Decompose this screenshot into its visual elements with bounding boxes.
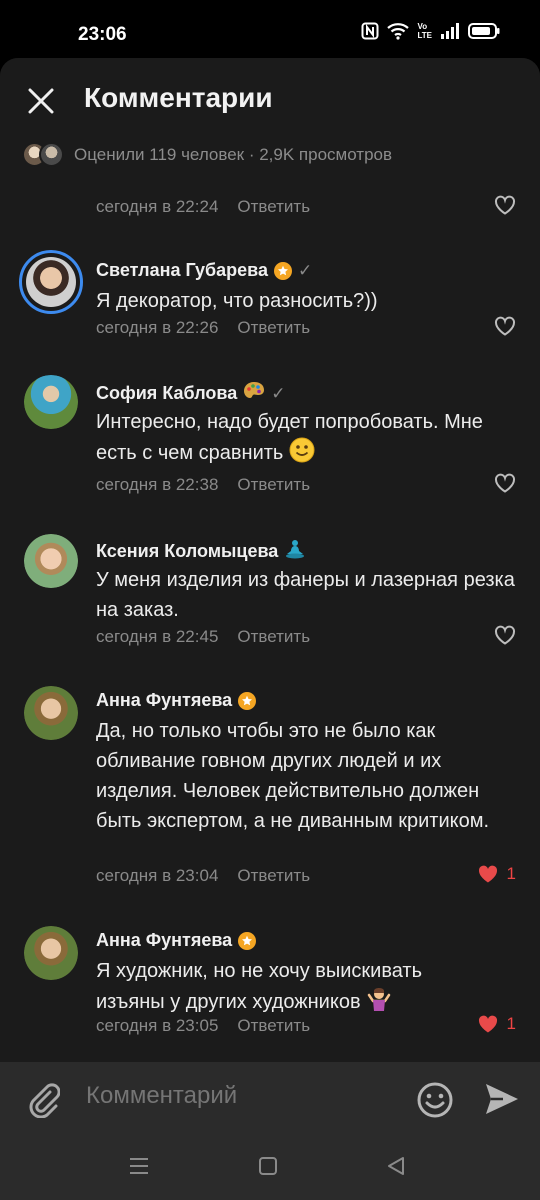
reply-button[interactable]: Ответить bbox=[237, 475, 310, 495]
close-button[interactable] bbox=[24, 84, 58, 118]
comment-text: Я декоратор, что разносить?)) bbox=[96, 290, 378, 312]
avatar[interactable] bbox=[24, 686, 78, 740]
verified-check-icon: ✓ bbox=[271, 383, 286, 403]
comment-meta: сегодня в 22:45 Ответить bbox=[96, 627, 310, 647]
comment-meta: сегодня в 22:26 Ответить bbox=[96, 318, 310, 338]
comment-text: Интересно, надо будет попробовать. Мне е… bbox=[96, 407, 516, 472]
palette-icon bbox=[243, 381, 265, 406]
slightly-smiling-face-icon bbox=[289, 437, 315, 472]
comment-time: сегодня в 22:24 bbox=[96, 197, 219, 216]
heart-outline-icon bbox=[495, 195, 515, 215]
star-badge-icon bbox=[238, 691, 257, 710]
reply-button[interactable]: Ответить bbox=[237, 1016, 310, 1036]
emoji-button[interactable] bbox=[416, 1081, 454, 1124]
comments-header: Комментарии Оценили 119 человек · 2,9K п… bbox=[0, 58, 540, 186]
nav-back-button[interactable] bbox=[386, 1156, 406, 1181]
verified-check-icon: ✓ bbox=[298, 260, 313, 280]
paperclip-icon bbox=[29, 1083, 61, 1119]
heart-outline-icon bbox=[495, 316, 515, 336]
status-bar: 23:06 Vo LTE bbox=[0, 0, 540, 66]
comment-time: сегодня в 22:38 bbox=[96, 475, 219, 494]
person-shrugging-icon bbox=[366, 986, 392, 1021]
like-count: 1 bbox=[506, 1014, 516, 1033]
status-time: 23:06 bbox=[78, 24, 127, 45]
avatar[interactable] bbox=[19, 250, 83, 314]
comment-meta: сегодня в 22:38 Ответить bbox=[96, 475, 310, 495]
comment-author-row: Светлана Губарева ✓ bbox=[96, 260, 312, 281]
star-badge-icon bbox=[274, 261, 293, 280]
reply-button[interactable]: Ответить bbox=[237, 197, 310, 217]
comment-input[interactable] bbox=[86, 1082, 396, 1110]
comment-text: Я художник, но не хочу выискивать изъяны… bbox=[96, 956, 496, 1021]
like-button[interactable] bbox=[494, 316, 516, 336]
comment-time: сегодня в 23:05 bbox=[96, 1016, 219, 1035]
comment-input-bar bbox=[0, 1062, 540, 1136]
nav-menu-button[interactable] bbox=[128, 1156, 150, 1181]
comments-sheet: Комментарии Оценили 119 человек · 2,9K п… bbox=[0, 58, 540, 1062]
avatar[interactable] bbox=[24, 375, 78, 429]
like-button[interactable] bbox=[494, 473, 516, 493]
comment-time: сегодня в 22:26 bbox=[96, 318, 219, 337]
comment-time: сегодня в 22:45 bbox=[96, 627, 219, 646]
comment-author[interactable]: Анна Фунтяева bbox=[96, 930, 232, 951]
page-title: Комментарии bbox=[84, 82, 273, 113]
avatar[interactable] bbox=[24, 534, 78, 588]
wifi-icon bbox=[387, 22, 410, 40]
heart-outline-icon bbox=[495, 625, 515, 645]
liker-avatars bbox=[22, 142, 64, 167]
heart-outline-icon bbox=[495, 473, 515, 493]
nfc-icon bbox=[361, 22, 379, 40]
battery-icon bbox=[468, 23, 500, 39]
comment-author-row: Анна Фунтяева bbox=[96, 930, 257, 951]
comment-meta: сегодня в 23:04 Ответить bbox=[96, 866, 310, 886]
close-icon bbox=[28, 88, 54, 114]
comment-text: Да, но только чтобы это не было как обли… bbox=[96, 720, 490, 832]
like-button[interactable]: 1 bbox=[477, 864, 516, 884]
reply-button[interactable]: Ответить bbox=[237, 866, 310, 886]
attach-button[interactable] bbox=[26, 1080, 61, 1123]
back-triangle-icon bbox=[388, 1157, 404, 1175]
reply-button[interactable]: Ответить bbox=[237, 318, 310, 338]
likes-summary-text: Оценили 119 человек · 2,9K просмотров bbox=[74, 144, 393, 164]
home-square-icon bbox=[259, 1157, 277, 1175]
volte-icon: Vo LTE bbox=[417, 22, 432, 40]
comment-meta: сегодня в 23:05 Ответить bbox=[96, 1016, 310, 1036]
heart-filled-icon bbox=[478, 865, 497, 883]
like-button[interactable] bbox=[494, 625, 516, 645]
send-button[interactable] bbox=[484, 1082, 520, 1121]
status-icons: Vo LTE bbox=[361, 22, 500, 40]
star-badge-icon bbox=[238, 931, 257, 950]
like-count: 1 bbox=[506, 864, 516, 883]
system-navigation-bar bbox=[0, 1136, 540, 1200]
send-icon bbox=[486, 1084, 518, 1114]
comment-author-row: Ксения Коломыцева bbox=[96, 539, 306, 564]
heart-filled-icon bbox=[478, 1015, 497, 1033]
comment-meta: сегодня в 22:24 Ответить bbox=[96, 197, 310, 217]
person-in-lotus-position-icon bbox=[284, 539, 306, 564]
comment-text: У меня изделия из фанеры и лазерная резк… bbox=[96, 569, 515, 621]
comment-author[interactable]: София Каблова bbox=[96, 383, 237, 404]
signal-icon bbox=[440, 23, 460, 39]
like-button[interactable] bbox=[494, 195, 516, 215]
avatar bbox=[39, 142, 64, 167]
menu-icon bbox=[130, 1158, 148, 1174]
avatar[interactable] bbox=[24, 926, 78, 980]
comment-time: сегодня в 23:04 bbox=[96, 866, 219, 885]
comment-author-row: София Каблова ✓ bbox=[96, 381, 285, 406]
comment-author[interactable]: Светлана Губарева bbox=[96, 260, 268, 281]
reply-button[interactable]: Ответить bbox=[237, 627, 310, 647]
comment-author[interactable]: Анна Фунтяева bbox=[96, 690, 232, 711]
comment-author-row: Анна Фунтяева bbox=[96, 690, 257, 711]
nav-home-button[interactable] bbox=[258, 1156, 278, 1181]
likes-summary[interactable]: Оценили 119 человек · 2,9K просмотров bbox=[22, 142, 392, 167]
comment-author[interactable]: Ксения Коломыцева bbox=[96, 541, 278, 562]
smiley-icon bbox=[417, 1082, 453, 1118]
like-button[interactable]: 1 bbox=[477, 1014, 516, 1034]
